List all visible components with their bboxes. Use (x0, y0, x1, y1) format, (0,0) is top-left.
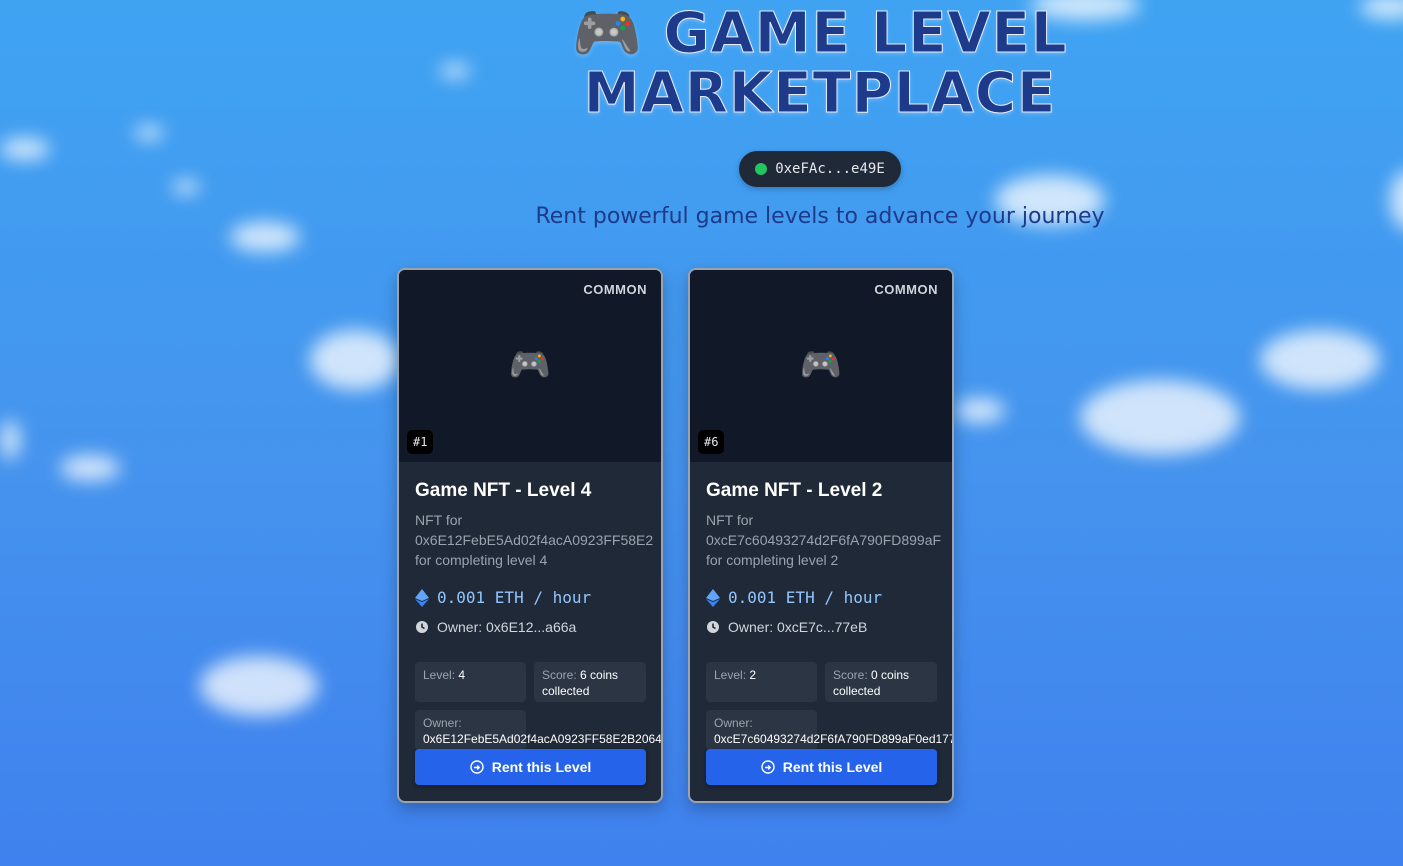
attributes-grid: Level: 4 Score: 6 coins collected Owner:… (415, 662, 662, 750)
attribute-owner: Owner: 0xcE7c60493274d2F6fA790FD899aF0ed… (706, 710, 954, 750)
price-row: 0.001 ETH / hour (706, 588, 936, 607)
owner-short-address: Owner: 0x6E12...a66a (437, 619, 577, 635)
price-row: 0.001 ETH / hour (415, 588, 645, 607)
page-header: 🎮 GAME LEVEL MARKETPLACE 0xeFAc...e49E R… (0, 0, 1403, 250)
owner-row: Owner: 0x6E12...a66a (415, 619, 645, 635)
page-title-line1: 🎮 GAME LEVEL (572, 1, 1068, 66)
nft-card-image: COMMON 🎮 #1 (399, 270, 661, 462)
attribute-value: 2 (749, 668, 757, 682)
rent-level-button-label: Rent this Level (491, 759, 592, 775)
nft-description-line: 0xcE7c60493274d2F6fA790FD899aF (706, 532, 942, 548)
page-subtitle: Rent powerful game levels to advance you… (535, 204, 1105, 229)
nft-description-line: NFT for (706, 512, 754, 528)
wallet-address: 0xeFAc...e49E (775, 161, 885, 177)
attribute-key: Score: (833, 668, 868, 682)
wallet-badge[interactable]: 0xeFAc...e49E (739, 151, 901, 187)
attribute-value: 4 (458, 668, 466, 682)
ethereum-icon (706, 588, 720, 607)
token-id-badge: #1 (407, 430, 434, 454)
nft-description-line: NFT for (415, 512, 463, 528)
nft-card: COMMON 🎮 #6 Game NFT - Level 2 NFT for 0… (688, 268, 954, 803)
nft-description-line: for completing level 2 (706, 552, 839, 568)
attribute-owner: Owner: 0x6E12FebE5Ad02f4acA0923FF58E2B20… (415, 710, 662, 750)
clock-icon (707, 621, 719, 633)
token-id-badge: #6 (698, 430, 725, 454)
attribute-key: Level: (714, 668, 747, 682)
attribute-value: 0x6E12FebE5Ad02f4acA0923FF58E2B2064 (423, 732, 662, 746)
rent-icon (761, 760, 775, 774)
connection-status-dot-icon (755, 163, 768, 175)
attribute-value: 0xcE7c60493274d2F6fA790FD899aF0ed177 (714, 732, 954, 746)
gamepad-icon: 🎮 (508, 345, 552, 385)
nft-description-line: 0x6E12FebE5Ad02f4acA0923FF58E2 (415, 532, 654, 548)
nft-description: NFT for 0x6E12FebE5Ad02f4acA0923FF58E2 f… (415, 510, 654, 570)
attribute-key: Owner: (423, 716, 462, 730)
owner-row: Owner: 0xcE7c...77eB (706, 619, 936, 635)
nft-description: NFT for 0xcE7c60493274d2F6fA790FD899aF f… (706, 510, 942, 570)
gamepad-icon: 🎮 (799, 345, 843, 385)
nft-title: Game NFT - Level 4 (415, 480, 592, 501)
attribute-key: Level: (423, 668, 456, 682)
attribute-level: Level: 2 (706, 662, 817, 702)
rent-level-button-label: Rent this Level (782, 759, 883, 775)
nft-title: Game NFT - Level 2 (706, 480, 883, 501)
rent-icon (470, 760, 484, 774)
nft-card-body: Game NFT - Level 2 NFT for 0xcE7c6049327… (690, 462, 954, 801)
owner-short-address: Owner: 0xcE7c...77eB (728, 619, 868, 635)
rent-level-button[interactable]: Rent this Level (706, 749, 937, 785)
page-title: 🎮 GAME LEVEL MARKETPLACE (540, 1, 1100, 126)
rental-price: 0.001 ETH / hour (437, 588, 592, 607)
attribute-score: Score: 6 coins collected (534, 662, 646, 702)
nft-card-image: COMMON 🎮 #6 (690, 270, 952, 462)
nft-card-body: Game NFT - Level 4 NFT for 0x6E12FebE5Ad… (399, 462, 662, 801)
ethereum-icon (415, 588, 429, 607)
attribute-key: Owner: (714, 716, 753, 730)
attribute-level: Level: 4 (415, 662, 526, 702)
page-title-line2: MARKETPLACE (583, 61, 1057, 126)
nft-card: COMMON 🎮 #1 Game NFT - Level 4 NFT for 0… (397, 268, 663, 803)
attribute-key: Score: (542, 668, 577, 682)
rarity-badge: COMMON (583, 282, 647, 297)
rarity-badge: COMMON (874, 282, 938, 297)
rental-price: 0.001 ETH / hour (728, 588, 883, 607)
attributes-grid: Level: 2 Score: 0 coins collected Owner:… (706, 662, 954, 750)
nft-description-line: for completing level 4 (415, 552, 548, 568)
rent-level-button[interactable]: Rent this Level (415, 749, 646, 785)
attribute-score: Score: 0 coins collected (825, 662, 937, 702)
clock-icon (416, 621, 428, 633)
